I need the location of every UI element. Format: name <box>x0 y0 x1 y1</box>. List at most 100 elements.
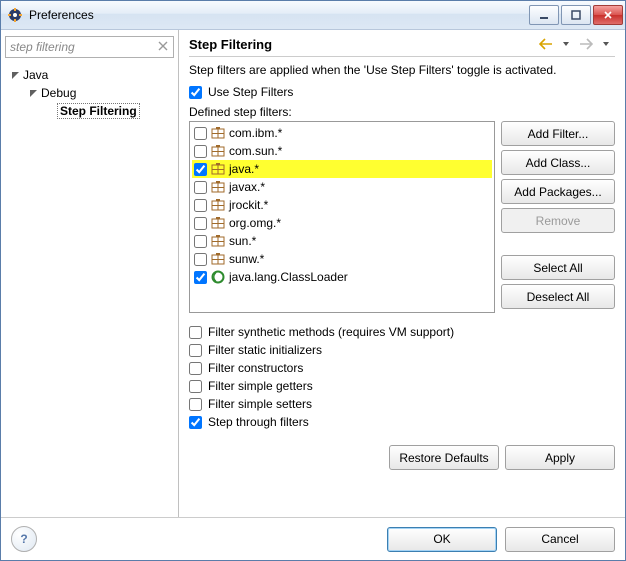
preferences-tree: Java Debug Step Filtering <box>5 64 174 511</box>
use-step-filters-row: Use Step Filters <box>189 83 615 101</box>
use-step-filters-checkbox[interactable] <box>189 86 202 99</box>
filter-label: com.sun.* <box>229 144 282 158</box>
option-row: Filter constructors <box>189 359 615 377</box>
package-icon <box>211 180 225 194</box>
filter-checkbox[interactable] <box>194 145 207 158</box>
select-all-button[interactable]: Select All <box>501 255 615 280</box>
option-row: Filter simple getters <box>189 377 615 395</box>
collapse-icon[interactable] <box>27 87 39 99</box>
cancel-button[interactable]: Cancel <box>505 527 615 552</box>
tree-item-java[interactable]: Java <box>5 66 174 84</box>
close-button[interactable] <box>593 5 623 25</box>
option-checkbox[interactable] <box>189 416 202 429</box>
page-action-buttons: Restore Defaults Apply <box>189 441 615 470</box>
titlebar: Preferences <box>1 1 625 30</box>
option-checkbox[interactable] <box>189 398 202 411</box>
filter-checkbox[interactable] <box>194 217 207 230</box>
filter-item[interactable]: javax.* <box>192 178 492 196</box>
filter-label: java.* <box>229 162 259 176</box>
filter-label: sun.* <box>229 234 256 248</box>
window-title: Preferences <box>29 8 529 22</box>
add-packages-button[interactable]: Add Packages... <box>501 179 615 204</box>
option-label: Filter simple getters <box>208 379 313 393</box>
options-block: Filter synthetic methods (requires VM su… <box>189 323 615 431</box>
package-icon <box>211 198 225 212</box>
filter-label: java.lang.ClassLoader <box>229 270 348 284</box>
filter-label: org.omg.* <box>229 216 281 230</box>
filter-label: com.ibm.* <box>229 126 282 140</box>
filter-item[interactable]: com.ibm.* <box>192 124 492 142</box>
filter-label: jrockit.* <box>229 198 268 212</box>
package-icon <box>211 252 225 266</box>
filter-item[interactable]: sun.* <box>192 232 492 250</box>
help-button[interactable]: ? <box>11 526 37 552</box>
search-wrap <box>5 36 174 58</box>
preferences-window: Preferences Java Debug <box>0 0 626 561</box>
filter-item[interactable]: jrockit.* <box>192 196 492 214</box>
filter-checkbox[interactable] <box>194 199 207 212</box>
deselect-all-button[interactable]: Deselect All <box>501 284 615 309</box>
minimize-button[interactable] <box>529 5 559 25</box>
option-checkbox[interactable] <box>189 362 202 375</box>
history-back-button[interactable] <box>537 36 555 52</box>
dialog-footer: ? OK Cancel <box>1 517 625 560</box>
left-pane: Java Debug Step Filtering <box>1 30 179 517</box>
filter-item[interactable]: java.lang.ClassLoader <box>192 268 492 286</box>
option-checkbox[interactable] <box>189 380 202 393</box>
page-description: Step filters are applied when the 'Use S… <box>189 63 615 77</box>
window-controls <box>529 5 623 25</box>
filter-item[interactable]: org.omg.* <box>192 214 492 232</box>
package-icon <box>211 126 225 140</box>
history-forward-menu[interactable] <box>597 36 615 52</box>
history-forward-button[interactable] <box>577 36 595 52</box>
history-back-menu[interactable] <box>557 36 575 52</box>
package-icon <box>211 234 225 248</box>
maximize-button[interactable] <box>561 5 591 25</box>
use-step-filters-label: Use Step Filters <box>208 85 293 99</box>
package-icon <box>211 216 225 230</box>
option-label: Filter constructors <box>208 361 303 375</box>
option-label: Filter synthetic methods (requires VM su… <box>208 325 454 339</box>
apply-button[interactable]: Apply <box>505 445 615 470</box>
filter-label: javax.* <box>229 180 265 194</box>
restore-defaults-button[interactable]: Restore Defaults <box>389 445 499 470</box>
filter-label: sunw.* <box>229 252 264 266</box>
package-icon <box>211 144 225 158</box>
filter-item[interactable]: java.* <box>192 160 492 178</box>
tree-item-step-filtering[interactable]: Step Filtering <box>5 102 174 120</box>
right-pane: Step Filtering Step filters are applied … <box>179 30 625 517</box>
filter-checkbox[interactable] <box>194 253 207 266</box>
option-row: Filter synthetic methods (requires VM su… <box>189 323 615 341</box>
filter-checkbox[interactable] <box>194 127 207 140</box>
clear-search-icon[interactable] <box>154 37 172 55</box>
option-label: Step through filters <box>208 415 309 429</box>
package-icon <box>211 162 225 176</box>
filter-item[interactable]: com.sun.* <box>192 142 492 160</box>
option-label: Filter static initializers <box>208 343 322 357</box>
option-row: Step through filters <box>189 413 615 431</box>
option-checkbox[interactable] <box>189 344 202 357</box>
filter-item[interactable]: sunw.* <box>192 250 492 268</box>
option-checkbox[interactable] <box>189 326 202 339</box>
option-row: Filter simple setters <box>189 395 615 413</box>
add-class-button[interactable]: Add Class... <box>501 150 615 175</box>
option-label: Filter simple setters <box>208 397 312 411</box>
tree-item-debug[interactable]: Debug <box>5 84 174 102</box>
option-row: Filter static initializers <box>189 341 615 359</box>
history-controls <box>537 36 615 52</box>
ok-button[interactable]: OK <box>387 527 497 552</box>
app-icon <box>7 7 23 23</box>
page-header: Step Filtering <box>189 36 615 57</box>
filter-input[interactable] <box>5 36 174 58</box>
defined-filters-label: Defined step filters: <box>189 105 615 119</box>
filter-checkbox[interactable] <box>194 163 207 176</box>
class-icon <box>211 270 225 284</box>
filters-buttons: Add Filter... Add Class... Add Packages.… <box>501 121 615 313</box>
filter-checkbox[interactable] <box>194 235 207 248</box>
add-filter-button[interactable]: Add Filter... <box>501 121 615 146</box>
filter-checkbox[interactable] <box>194 271 207 284</box>
collapse-icon[interactable] <box>9 69 21 81</box>
filters-list[interactable]: com.ibm.* com.sun.* java.* javax.* jrockit.*… <box>189 121 495 313</box>
remove-button[interactable]: Remove <box>501 208 615 233</box>
filter-checkbox[interactable] <box>194 181 207 194</box>
